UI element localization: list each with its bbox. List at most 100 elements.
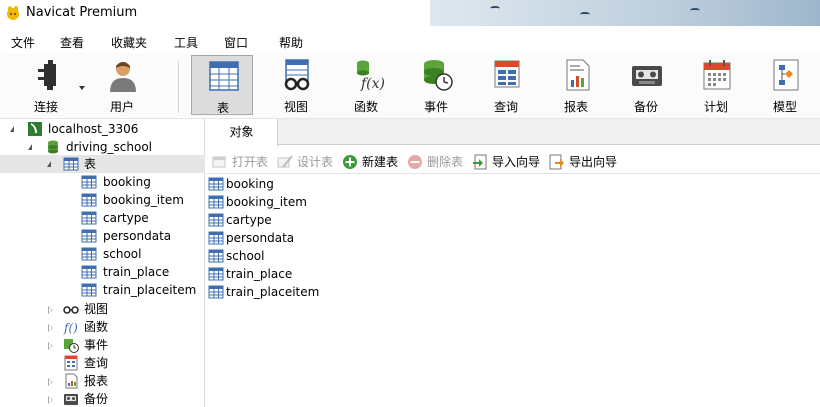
expand-icon[interactable] bbox=[48, 324, 53, 332]
title-bar: Navicat Premium bbox=[0, 0, 820, 26]
function-button[interactable]: f(x) 函数 bbox=[335, 55, 397, 115]
tree-table-item[interactable]: cartype bbox=[0, 209, 205, 227]
table-icon bbox=[208, 285, 224, 299]
schedule-button[interactable]: 计划 bbox=[685, 55, 747, 115]
tree-table-item[interactable]: persondata bbox=[0, 227, 205, 245]
import-wizard-label: 导入向导 bbox=[492, 155, 541, 169]
delete-table-label: 删除表 bbox=[427, 155, 464, 169]
toolbar-separator bbox=[178, 61, 179, 113]
expand-icon[interactable] bbox=[48, 378, 53, 386]
menu-window[interactable]: 窗口 bbox=[224, 34, 248, 51]
expand-icon[interactable] bbox=[48, 306, 53, 314]
menu-tools[interactable]: 工具 bbox=[174, 34, 198, 51]
tree-reports-node[interactable]: 报表 bbox=[0, 372, 205, 390]
tree-functions-node[interactable]: f() 函数 bbox=[0, 318, 205, 336]
object-toolbar: 打开表 设计表 新建表 删除表 导入向导 导出向导 bbox=[206, 150, 820, 174]
tree-backups-node[interactable]: 备份 bbox=[0, 390, 205, 407]
backup-button[interactable]: 备份 bbox=[615, 55, 677, 115]
backups-label: 备份 bbox=[84, 392, 109, 406]
view-icon bbox=[284, 59, 310, 91]
object-name: booking bbox=[226, 177, 274, 191]
views-label: 视图 bbox=[84, 302, 109, 316]
tree-table-item[interactable]: booking bbox=[0, 173, 205, 191]
object-name: persondata bbox=[226, 231, 295, 245]
connect-button[interactable]: 连接 bbox=[15, 55, 85, 115]
event-label: 事件 bbox=[423, 100, 448, 114]
glasses-icon bbox=[63, 306, 79, 314]
connection-label: localhost_3306 bbox=[48, 122, 139, 136]
tree-table-item[interactable]: train_place bbox=[0, 263, 205, 281]
table-icon bbox=[81, 265, 97, 279]
tree-tables-node[interactable]: 表 bbox=[0, 155, 205, 173]
import-icon bbox=[473, 154, 487, 170]
object-list: booking booking_item cartype persondata … bbox=[206, 175, 820, 407]
tree-events-node[interactable]: 事件 bbox=[0, 336, 205, 354]
tree-connection[interactable]: localhost_3306 bbox=[0, 120, 205, 138]
chevron-down-icon[interactable] bbox=[79, 86, 85, 90]
object-name: school bbox=[226, 249, 265, 263]
main-toolbar: 连接 用户 表 视图 f(x) 函数 事件 查询 报表 备份 计划 模型 bbox=[0, 53, 820, 119]
queries-label: 查询 bbox=[84, 356, 109, 370]
schedule-label: 计划 bbox=[703, 100, 728, 114]
remove-icon bbox=[408, 155, 422, 169]
collapse-icon[interactable] bbox=[47, 161, 51, 167]
table-icon bbox=[208, 177, 224, 191]
table-icon bbox=[81, 193, 97, 207]
user-label: 用户 bbox=[109, 100, 134, 114]
add-icon bbox=[343, 155, 357, 169]
table-name: persondata bbox=[103, 229, 172, 243]
svg-text:f(x): f(x) bbox=[360, 76, 384, 92]
table-icon bbox=[208, 249, 224, 263]
tables-label: 表 bbox=[84, 157, 97, 171]
model-icon bbox=[773, 59, 799, 91]
table-icon bbox=[81, 229, 97, 243]
user-button[interactable]: 用户 bbox=[91, 55, 153, 115]
table-name: cartype bbox=[103, 211, 149, 225]
event-icon bbox=[64, 339, 79, 353]
tree-queries-node[interactable]: 查询 bbox=[0, 354, 205, 372]
event-button[interactable]: 事件 bbox=[405, 55, 467, 115]
functions-label: 函数 bbox=[84, 320, 109, 334]
table-icon bbox=[63, 157, 79, 171]
object-name: train_place bbox=[226, 267, 293, 281]
model-button[interactable]: 模型 bbox=[754, 55, 816, 115]
expand-icon[interactable] bbox=[48, 342, 53, 350]
expand-icon[interactable] bbox=[48, 396, 53, 404]
table-button[interactable]: 表 bbox=[191, 55, 253, 115]
backup-tape-icon bbox=[632, 66, 662, 86]
query-button[interactable]: 查询 bbox=[475, 55, 537, 115]
query-label: 查询 bbox=[493, 100, 518, 114]
report-button[interactable]: 报表 bbox=[545, 55, 607, 115]
tab-strip: 对象 bbox=[206, 119, 820, 146]
menu-view[interactable]: 查看 bbox=[60, 34, 84, 51]
menu-favorites[interactable]: 收藏夹 bbox=[111, 34, 147, 51]
function-icon: f(x) bbox=[357, 60, 384, 92]
connection-tree: localhost_3306 driving_school 表 booking … bbox=[0, 119, 205, 407]
query-icon bbox=[494, 60, 520, 88]
model-label: 模型 bbox=[772, 100, 797, 114]
svg-text:f(): f() bbox=[63, 321, 78, 335]
tab-objects[interactable]: 对象 bbox=[206, 119, 278, 146]
tree-views-node[interactable]: 视图 bbox=[0, 300, 205, 318]
tree-table-item[interactable]: school bbox=[0, 245, 205, 263]
title-bar-background-image bbox=[430, 0, 820, 26]
view-button[interactable]: 视图 bbox=[265, 55, 327, 115]
object-name: train_placeitem bbox=[226, 285, 320, 299]
tree-table-item[interactable]: train_placeitem bbox=[0, 281, 205, 299]
design-table-icon bbox=[277, 155, 293, 168]
tree-table-item[interactable]: booking_item bbox=[0, 191, 205, 209]
collapse-icon[interactable] bbox=[28, 144, 32, 150]
table-icon bbox=[208, 195, 224, 209]
table-label: 表 bbox=[216, 101, 229, 115]
table-icon bbox=[81, 283, 97, 297]
open-table-label: 打开表 bbox=[232, 155, 269, 169]
view-label: 视图 bbox=[283, 100, 308, 114]
design-table-label: 设计表 bbox=[297, 155, 334, 169]
tree-database[interactable]: driving_school bbox=[0, 138, 205, 156]
menu-help[interactable]: 帮助 bbox=[279, 34, 303, 51]
table-icon bbox=[81, 211, 97, 225]
collapse-icon[interactable] bbox=[10, 126, 14, 132]
menu-file[interactable]: 文件 bbox=[11, 34, 35, 51]
function-label: 函数 bbox=[353, 100, 378, 114]
table-icon bbox=[208, 267, 224, 281]
